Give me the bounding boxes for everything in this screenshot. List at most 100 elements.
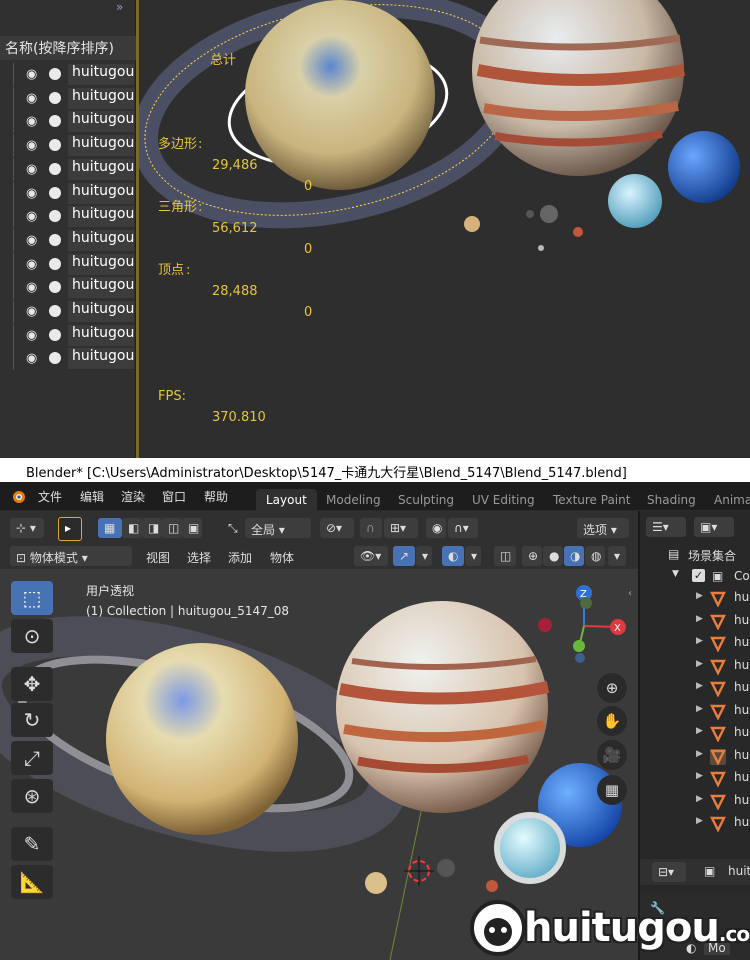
tab-animation[interactable]: Animati bbox=[704, 489, 750, 511]
outliner-object-row[interactable]: ▶ hui bbox=[640, 723, 750, 745]
shading-rendered-icon[interactable]: ◍ bbox=[585, 546, 605, 566]
render-visibility-icon[interactable] bbox=[49, 281, 61, 294]
snap-icon[interactable]: ∩ bbox=[360, 518, 382, 538]
outliner-row[interactable]: ◉ huitugou bbox=[0, 157, 136, 181]
eye-visibility-icon[interactable]: ◉ bbox=[26, 328, 37, 343]
eye-visibility-icon[interactable]: ◉ bbox=[26, 138, 37, 153]
render-visibility-icon[interactable] bbox=[49, 257, 61, 270]
measure-tool-icon[interactable]: 📐 bbox=[11, 865, 53, 899]
outliner-object-label[interactable]: hui bbox=[734, 590, 750, 604]
render-visibility-icon[interactable] bbox=[49, 210, 61, 223]
expand-chevron-icon[interactable]: ▶ bbox=[696, 704, 703, 714]
select-mode-new-icon[interactable]: ▦ bbox=[98, 518, 122, 538]
select-mode-subtract-icon[interactable]: ◨ bbox=[142, 518, 162, 538]
outliner-object-label[interactable]: hui bbox=[734, 815, 750, 829]
render-visibility-icon[interactable] bbox=[49, 305, 61, 317]
options-dropdown[interactable]: 选项 ▾ bbox=[577, 518, 629, 538]
render-visibility-icon[interactable] bbox=[49, 352, 61, 365]
outliner-sort-header[interactable]: 名称(按降序排序) bbox=[0, 36, 136, 60]
outliner-object-row[interactable]: ▶ hui bbox=[640, 633, 750, 655]
tab-layout[interactable]: Layout bbox=[256, 489, 317, 511]
outliner-row-label[interactable]: huitugou bbox=[68, 158, 134, 180]
outliner-row-label[interactable]: huitugou bbox=[68, 182, 134, 204]
outliner-row-label[interactable]: huitugou bbox=[68, 324, 134, 346]
tab-modeling[interactable]: Modeling bbox=[316, 489, 391, 511]
menu-view[interactable]: 视图 bbox=[146, 549, 170, 566]
eye-visibility-icon[interactable]: ◉ bbox=[26, 91, 37, 106]
outliner-object-label[interactable]: hui bbox=[734, 613, 750, 627]
eye-visibility-icon[interactable]: ◉ bbox=[26, 280, 37, 295]
outliner-row[interactable]: ◉ huitugou bbox=[0, 276, 136, 300]
menu-window[interactable]: 窗口 bbox=[162, 488, 186, 505]
collection-checkbox[interactable]: ✓ bbox=[692, 569, 705, 582]
zoom-icon[interactable]: ⊕ bbox=[597, 673, 627, 703]
render-visibility-icon[interactable] bbox=[49, 139, 61, 152]
display-mode-dropdown[interactable]: ☰▾ bbox=[646, 517, 686, 537]
menu-file[interactable]: 文件 bbox=[38, 488, 62, 505]
eye-visibility-icon[interactable]: ◉ bbox=[26, 351, 37, 366]
outliner-object-label[interactable]: hui bbox=[734, 748, 750, 762]
menu-edit[interactable]: 编辑 bbox=[80, 488, 104, 505]
outliner-object-row[interactable]: ▶ hui bbox=[640, 746, 750, 768]
visibility-dropdown[interactable]: 👁▾ bbox=[354, 546, 388, 566]
camera-view-icon[interactable]: 🎥 bbox=[597, 740, 627, 770]
select-box-tool-icon[interactable]: ⬚ bbox=[11, 581, 53, 615]
expand-chevron-icon[interactable]: ▶ bbox=[696, 681, 703, 691]
outliner-row-label[interactable]: huitugou bbox=[68, 253, 134, 275]
tab-texture-paint[interactable]: Texture Paint bbox=[543, 489, 640, 511]
menu-object[interactable]: 物体 bbox=[270, 549, 294, 566]
area-border[interactable] bbox=[136, 0, 139, 458]
outliner-object-row[interactable]: ▶ hui bbox=[640, 768, 750, 790]
menu-select[interactable]: 选择 bbox=[187, 549, 211, 566]
outliner-object-label[interactable]: hui bbox=[734, 658, 750, 672]
snap-target-dropdown[interactable]: ⊞▾ bbox=[384, 518, 418, 538]
overlay-dropdown[interactable]: ▾ bbox=[465, 546, 481, 566]
shading-solid-icon[interactable]: ● bbox=[543, 546, 563, 566]
outliner-object-label[interactable]: hui bbox=[734, 703, 750, 717]
outliner-row[interactable]: ◉ huitugou bbox=[0, 323, 136, 347]
pan-hand-icon[interactable]: ✋ bbox=[597, 706, 627, 736]
shading-material-icon[interactable]: ◑ bbox=[564, 546, 584, 566]
render-visibility-icon[interactable] bbox=[49, 91, 61, 104]
outliner-object-label[interactable]: hui bbox=[734, 635, 750, 649]
outliner-row[interactable]: ◉ huitugou bbox=[0, 63, 136, 86]
expand-chevron-icon[interactable]: ▶ bbox=[696, 726, 703, 736]
menu-add[interactable]: 添加 bbox=[228, 549, 252, 566]
expand-chevron-icon[interactable]: ▶ bbox=[696, 591, 703, 601]
rotate-tool-icon[interactable]: ↻ bbox=[11, 703, 53, 737]
outliner-row-label[interactable]: huitugou bbox=[68, 348, 134, 370]
navigation-gizmo[interactable]: Z X bbox=[536, 583, 630, 667]
expand-chevron-icon[interactable]: ▶ bbox=[696, 816, 703, 826]
outliner-row-label[interactable]: huitugou bbox=[68, 206, 134, 228]
outliner-row[interactable]: ◉ huitugou bbox=[0, 134, 136, 158]
outliner-row[interactable]: ◉ huitugou bbox=[0, 110, 136, 134]
outliner-object-row[interactable]: ▶ hui bbox=[640, 701, 750, 723]
outliner-row[interactable]: ◉ huitugou bbox=[0, 86, 136, 110]
eye-visibility-icon[interactable]: ◉ bbox=[26, 304, 37, 319]
outliner-row-label[interactable]: huitugou bbox=[68, 301, 134, 322]
eye-visibility-icon[interactable]: ◉ bbox=[26, 186, 37, 201]
expand-chevron-icon[interactable]: ▶ bbox=[696, 659, 703, 669]
eye-visibility-icon[interactable]: ◉ bbox=[26, 67, 37, 82]
pivot-point-dropdown[interactable]: ⊘▾ bbox=[320, 518, 354, 538]
outliner-row[interactable]: ◉ huitugou bbox=[0, 181, 136, 205]
outliner-row[interactable]: ◉ huitugou bbox=[0, 228, 136, 252]
outliner-row[interactable]: ◉ huitugou bbox=[0, 205, 136, 229]
outliner-object-row[interactable]: ▶ hui bbox=[640, 791, 750, 813]
outliner-object-row[interactable]: ▶ hui bbox=[640, 611, 750, 633]
tool-dropdown[interactable]: ⊹ ▾ bbox=[10, 518, 44, 538]
outliner-row-label[interactable]: huitugou bbox=[68, 64, 134, 85]
outliner-object-row[interactable]: ▶ hui bbox=[640, 678, 750, 700]
proportional-edit-icon[interactable]: ◉ bbox=[426, 518, 446, 538]
outliner-row[interactable]: ◉ huitugou bbox=[0, 300, 136, 323]
outliner-row-label[interactable]: huitugou bbox=[68, 87, 134, 109]
tab-sculpting[interactable]: Sculpting bbox=[388, 489, 464, 511]
sidebar-toggle-icon[interactable]: ‹ bbox=[628, 588, 632, 599]
filter-dropdown[interactable]: ▣▾ bbox=[694, 517, 734, 537]
select-mode-extend-icon[interactable]: ◧ bbox=[122, 518, 142, 538]
blender-menu-icon[interactable] bbox=[10, 488, 26, 504]
eye-visibility-icon[interactable]: ◉ bbox=[26, 209, 37, 224]
menu-render[interactable]: 渲染 bbox=[121, 488, 145, 505]
mode-dropdown[interactable]: ⊡ 物体模式 ▾ bbox=[10, 546, 132, 566]
overlay-toggle-icon[interactable]: ◐ bbox=[442, 546, 464, 566]
